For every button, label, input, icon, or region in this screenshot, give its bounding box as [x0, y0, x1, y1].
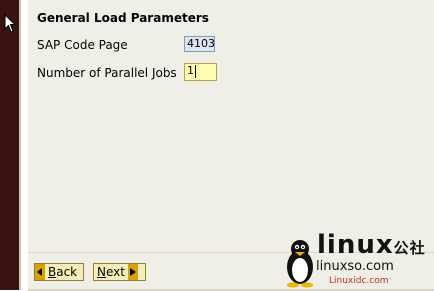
sap-code-page-label: SAP Code Page	[37, 38, 128, 52]
watermark-domain: linuxso.com	[316, 259, 394, 274]
parallel-jobs-value: 1	[187, 64, 194, 77]
section-title: General Load Parameters	[37, 11, 209, 25]
arrow-right-icon	[127, 264, 138, 280]
left-bar-dark	[0, 0, 19, 290]
next-button[interactable]: Next	[93, 263, 146, 281]
watermark-domain-secondary: Linuxidc.com	[329, 276, 389, 286]
load-parameters-panel: General Load Parameters SAP Code Page 41…	[28, 0, 434, 252]
watermark-brand-cjk: 公社	[393, 239, 426, 257]
watermark-brand-latin: linux	[317, 230, 394, 260]
parallel-jobs-label: Number of Parallel Jobs	[37, 66, 177, 80]
sap-code-page-value: 4103	[187, 37, 215, 50]
next-button-label-rest: ext	[105, 265, 125, 279]
sap-code-page-field[interactable]: 4103	[184, 36, 215, 52]
parallel-jobs-input[interactable]: 1	[184, 63, 217, 81]
left-navigation-bar	[0, 0, 21, 290]
back-button-label-rest: ack	[56, 265, 78, 279]
next-button-label: Next	[94, 265, 128, 279]
back-button-label: Back	[45, 265, 80, 279]
text-caret	[195, 64, 196, 78]
back-button-mnemonic: B	[48, 265, 57, 279]
arrow-left-icon	[35, 264, 45, 280]
tux-penguin-icon	[287, 240, 313, 288]
left-bar-edge	[19, 0, 21, 290]
mouse-pointer-icon	[4, 14, 16, 33]
watermark-brand: linux公社	[317, 230, 426, 260]
back-button[interactable]: Back	[34, 263, 84, 281]
next-button-mnemonic: N	[97, 265, 106, 279]
linux-watermark: linux公社 linuxso.com Linuxidc.com	[283, 230, 434, 290]
